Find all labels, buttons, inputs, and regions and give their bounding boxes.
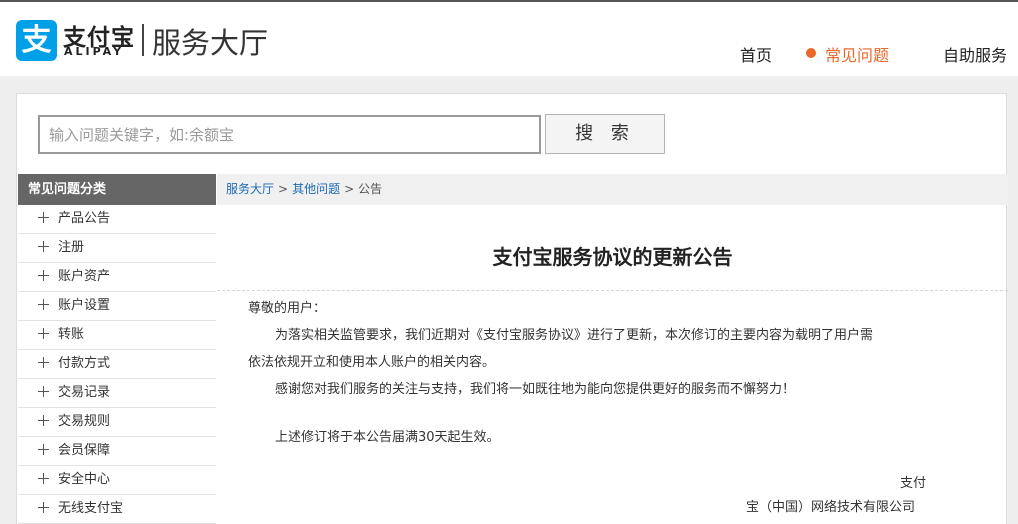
plus-icon xyxy=(38,473,49,484)
plus-icon xyxy=(38,241,49,252)
breadcrumb: 服务大厅 > 其他问题 > 公告 xyxy=(217,174,1008,205)
sidebar-item-label: 转账 xyxy=(58,327,85,342)
main-panel: 搜 索 常见问题分类 产品公告 注册 账户资产 账户设置 转账 付款方式 交易记… xyxy=(16,93,1008,524)
plus-icon xyxy=(38,270,49,281)
salutation: 尊敬的用户： xyxy=(248,301,327,316)
sidebar-item-account-settings[interactable]: 账户设置 xyxy=(18,292,216,321)
sidebar-item-product-notice[interactable]: 产品公告 xyxy=(18,205,216,234)
paragraph-1-continued: 依法依规开立和使用本人账户的相关内容。 xyxy=(248,355,496,370)
plus-icon xyxy=(38,328,49,339)
active-dot-icon xyxy=(806,48,816,58)
sidebar-item-label: 注册 xyxy=(58,240,85,255)
article-title: 支付宝服务协议的更新公告 xyxy=(492,245,733,269)
paragraph-1: 为落实相关监管要求，我们近期对《支付宝服务协议》进行了更新，本次修订的主要内容为… xyxy=(275,328,874,343)
sidebar-item-security-center[interactable]: 安全中心 xyxy=(18,466,216,495)
paragraph-3: 上述修订将于本公告届满30天起生效。 xyxy=(275,430,500,445)
sidebar-item-label: 账户设置 xyxy=(58,298,111,313)
nav-home[interactable]: 首页 xyxy=(740,42,772,66)
breadcrumb-link-other-questions[interactable]: 其他问题 xyxy=(292,182,340,196)
search-input[interactable] xyxy=(38,115,541,154)
plus-icon xyxy=(38,212,49,223)
sidebar-item-label: 无线支付宝 xyxy=(58,501,124,516)
plus-icon xyxy=(38,502,49,513)
plus-icon xyxy=(38,415,49,426)
sidebar-item-member-protection[interactable]: 会员保障 xyxy=(18,437,216,466)
sidebar-item-label: 安全中心 xyxy=(58,472,111,487)
main-nav: 首页 常见问题 自助服务 xyxy=(0,42,1018,66)
site-header: 支 支付宝 ALIPAY 服务大厅 首页 常见问题 自助服务 xyxy=(0,2,1018,76)
plus-icon xyxy=(38,386,49,397)
breadcrumb-separator: > xyxy=(278,182,289,196)
paragraph-2: 感谢您对我们服务的关注与支持，我们将一如既往地为能向您提供更好的服务而不懈努力！ xyxy=(275,382,796,397)
search-button[interactable]: 搜 索 xyxy=(545,114,665,154)
plus-icon xyxy=(38,299,49,310)
article-body: 尊敬的用户： 为落实相关监管要求，我们近期对《支付宝服务协议》进行了更新，本次修… xyxy=(248,295,938,451)
breadcrumb-link-service-hall[interactable]: 服务大厅 xyxy=(226,182,274,196)
sidebar-item-mobile-alipay[interactable]: 无线支付宝 xyxy=(18,495,216,524)
sidebar-item-account-assets[interactable]: 账户资产 xyxy=(18,263,216,292)
sidebar-item-transfer[interactable]: 转账 xyxy=(18,321,216,350)
sidebar-item-transaction-records[interactable]: 交易记录 xyxy=(18,379,216,408)
sidebar-item-label: 会员保障 xyxy=(58,443,111,458)
plus-icon xyxy=(38,357,49,368)
nav-self-service[interactable]: 自助服务 xyxy=(943,42,1007,66)
title-divider xyxy=(217,290,1008,291)
sidebar-item-label: 交易规则 xyxy=(58,414,111,429)
sidebar-item-label: 产品公告 xyxy=(58,211,111,226)
sidebar-title: 常见问题分类 xyxy=(18,174,216,205)
sidebar-item-label: 付款方式 xyxy=(58,356,111,371)
sidebar-item-label: 账户资产 xyxy=(58,269,111,284)
nav-faq[interactable]: 常见问题 xyxy=(825,42,889,66)
signature-line-2: 宝（中国）网络技术有限公司 xyxy=(746,500,916,515)
signature-line-1: 支付 xyxy=(900,476,927,491)
sidebar-item-transaction-rules[interactable]: 交易规则 xyxy=(18,408,216,437)
sidebar-item-label: 交易记录 xyxy=(58,385,111,400)
article-content: 服务大厅 > 其他问题 > 公告 支付宝服务协议的更新公告 尊敬的用户： 为落实相关监管… xyxy=(217,174,1008,524)
plus-icon xyxy=(38,444,49,455)
breadcrumb-separator: > xyxy=(344,182,355,196)
category-sidebar: 常见问题分类 产品公告 注册 账户资产 账户设置 转账 付款方式 交易记录 交易… xyxy=(18,174,216,524)
breadcrumb-current: 公告 xyxy=(358,182,383,196)
sidebar-item-register[interactable]: 注册 xyxy=(18,234,216,263)
sidebar-item-payment-methods[interactable]: 付款方式 xyxy=(18,350,216,379)
